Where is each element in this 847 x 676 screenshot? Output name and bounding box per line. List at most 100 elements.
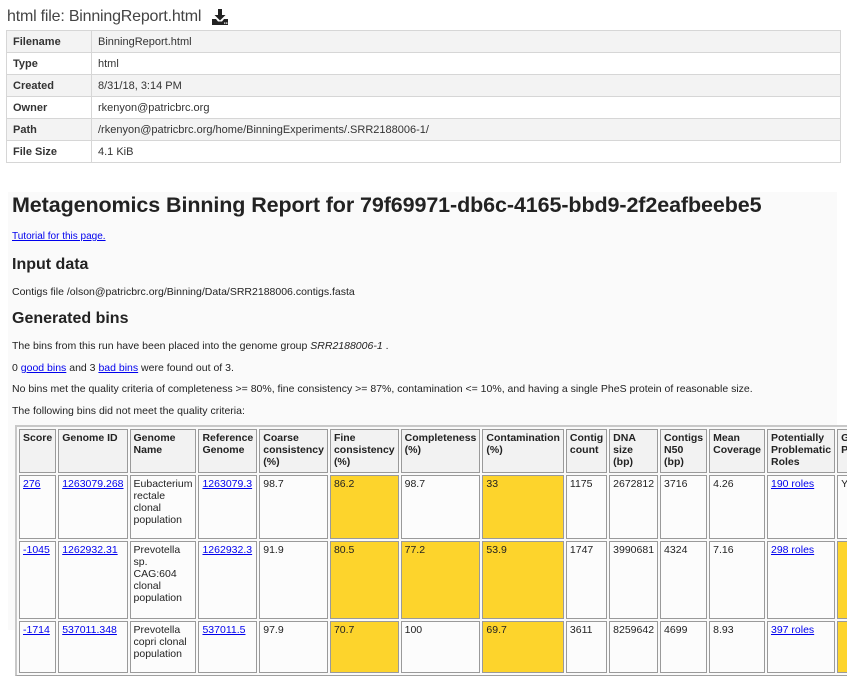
dna-size-cell: 2672812 — [609, 475, 659, 539]
genome-id-link[interactable]: 537011.348 — [62, 624, 117, 636]
criteria-text: No bins met the quality criteria of comp… — [12, 383, 753, 395]
reference-genome-cell: 1262932.3 — [198, 541, 258, 619]
genome-name-cell: Prevotella copri clonal population — [129, 621, 197, 673]
bad-bins-link[interactable]: bad bins — [98, 362, 138, 374]
genome-name-cell: Eubacterium rectale clonal population — [129, 475, 197, 539]
bin-counts-text: 0 good bins and 3 bad bins were found ou… — [12, 361, 234, 375]
column-header: Mean Coverage — [709, 429, 765, 473]
genome-group-name: SRR2188006-1 — [310, 340, 383, 352]
contamination-cell: 33 — [482, 475, 564, 539]
reference-genome-link[interactable]: 1262932.3 — [202, 544, 252, 556]
fine-consistency-cell: 70.7 — [329, 621, 399, 673]
reference-genome-cell: 537011.5 — [198, 621, 258, 673]
coarse-consistency-cell: 97.9 — [259, 621, 328, 673]
dna-size-cell: 3990681 — [609, 541, 659, 619]
score-link[interactable]: -1714 — [23, 624, 50, 636]
mean-coverage-cell: 7.16 — [709, 541, 765, 619]
placed-prefix: The bins from this run have been placed … — [12, 340, 311, 352]
reference-genome-link[interactable]: 537011.5 — [202, 624, 245, 636]
problematic-roles-cell: 397 roles — [766, 621, 836, 673]
metadata-value: /rkenyon@patricbrc.org/home/BinningExper… — [91, 118, 841, 141]
column-header: Contamination (%) — [482, 429, 564, 473]
score-link[interactable]: 276 — [23, 478, 41, 490]
reference-genome-link[interactable]: 1263079.3 — [202, 478, 252, 490]
metadata-row: Type html — [6, 52, 841, 75]
contigs-n50-cell: 3716 — [660, 475, 708, 539]
good-phes-cell: Y — [837, 475, 847, 539]
metadata-value: rkenyon@patricbrc.org — [91, 96, 841, 119]
placed-suffix: . — [382, 340, 389, 352]
good-phes-cell — [837, 621, 847, 673]
metadata-key: Path — [6, 118, 92, 141]
good-count: 0 — [12, 362, 18, 374]
mean-coverage-cell: 8.93 — [709, 621, 765, 673]
column-header: Genome ID — [58, 429, 128, 473]
score-cell: 276 — [19, 475, 57, 539]
file-title: html file: BinningReport.html — [7, 8, 202, 25]
metadata-row: Path/rkenyon@patricbrc.org/home/BinningE… — [6, 118, 841, 141]
tutorial-link[interactable]: Tutorial for this page. — [12, 231, 106, 242]
column-header: Score — [19, 429, 57, 473]
metadata-value: 8/31/18, 3:14 PM — [91, 74, 841, 97]
metadata-row: Filename BinningReport.html — [6, 30, 841, 53]
column-header: Coarse consistency (%) — [259, 429, 328, 473]
metadata-key: Filename — [6, 30, 92, 53]
metadata-row: Owner rkenyon@patricbrc.org — [6, 96, 841, 119]
coarse-consistency-cell: 91.9 — [259, 541, 328, 619]
column-header: Contig count — [565, 429, 608, 473]
download-icon[interactable] — [211, 8, 229, 26]
completeness-cell: 77.2 — [400, 541, 481, 619]
column-header: Good PheS — [837, 429, 847, 473]
genome-id-link[interactable]: 1263079.268 — [62, 478, 123, 490]
metadata-value: 4.1 KiB — [91, 140, 841, 163]
bins-table: Score Genome ID Genome Name Reference Genom… — [15, 425, 847, 676]
fine-consistency-cell: 80.5 — [329, 541, 399, 619]
dna-size-cell: 8259642 — [609, 621, 659, 673]
metadata-value: BinningReport.html — [91, 30, 841, 53]
file-header: html file: BinningReport.html — [7, 6, 229, 28]
contamination-cell: 69.7 — [482, 621, 564, 673]
genome-name-cell: Prevotella sp. CAG:604 clonal population — [129, 541, 197, 619]
column-header: Fine consistency (%) — [329, 429, 399, 473]
column-header: Potentially Problematic Roles — [766, 429, 836, 473]
metadata-key: File Size — [6, 140, 92, 163]
metadata-row: Created 8/31/18, 3:14 PM — [6, 74, 841, 97]
completeness-cell: 100 — [400, 621, 481, 673]
contigs-n50-cell: 4699 — [660, 621, 708, 673]
problematic-roles-link[interactable]: 397 roles — [771, 624, 814, 636]
coarse-consistency-cell: 98.7 — [259, 475, 328, 539]
metadata-value: html — [91, 52, 841, 75]
and-text: and 3 — [66, 362, 99, 374]
metadata-row: File Size 4.1 KiB — [6, 140, 841, 163]
column-header: DNA size (bp) — [609, 429, 659, 473]
score-cell: -1714 — [19, 621, 57, 673]
genome-id-cell: 1262932.31 — [58, 541, 128, 619]
contig-count-cell: 1175 — [565, 475, 608, 539]
contig-count-cell: 1747 — [565, 541, 608, 619]
problematic-roles-cell: 298 roles — [766, 541, 836, 619]
good-bins-link[interactable]: good bins — [21, 362, 67, 374]
column-header: Genome Name — [129, 429, 197, 473]
fine-consistency-cell: 86.2 — [329, 475, 399, 539]
problematic-roles-link[interactable]: 190 roles — [771, 478, 814, 490]
contamination-cell: 53.9 — [482, 541, 564, 619]
binning-report: Metagenomics Binning Report for 79f69971… — [8, 192, 847, 676]
bin-row: 276 1263079.268 Eubacterium rectale clonal… — [19, 475, 847, 539]
bin-row: -1714 537011.348 Prevotella copri clonal p… — [19, 621, 847, 673]
score-link[interactable]: -1045 — [23, 544, 50, 556]
bin-row: -1045 1262932.31 Prevotella sp. CAG:604 cl… — [19, 541, 847, 619]
contigs-n50-cell: 4324 — [660, 541, 708, 619]
generated-bins-heading: Generated bins — [12, 310, 129, 327]
column-header: Contigs N50 (bp) — [660, 429, 708, 473]
contig-count-cell: 3611 — [565, 621, 608, 673]
contigs-file-text: Contigs file /olson@patricbrc.org/Binnin… — [12, 286, 355, 298]
input-data-heading: Input data — [12, 256, 89, 273]
genome-id-cell: 1263079.268 — [58, 475, 128, 539]
problematic-roles-link[interactable]: 298 roles — [771, 544, 814, 556]
score-cell: -1045 — [19, 541, 57, 619]
reference-genome-cell: 1263079.3 — [198, 475, 258, 539]
genome-group-text: The bins from this run have been placed … — [12, 339, 389, 353]
found-text: were found out of 3. — [138, 362, 234, 374]
column-header: Completeness (%) — [400, 429, 481, 473]
genome-id-link[interactable]: 1262932.31 — [62, 544, 117, 556]
